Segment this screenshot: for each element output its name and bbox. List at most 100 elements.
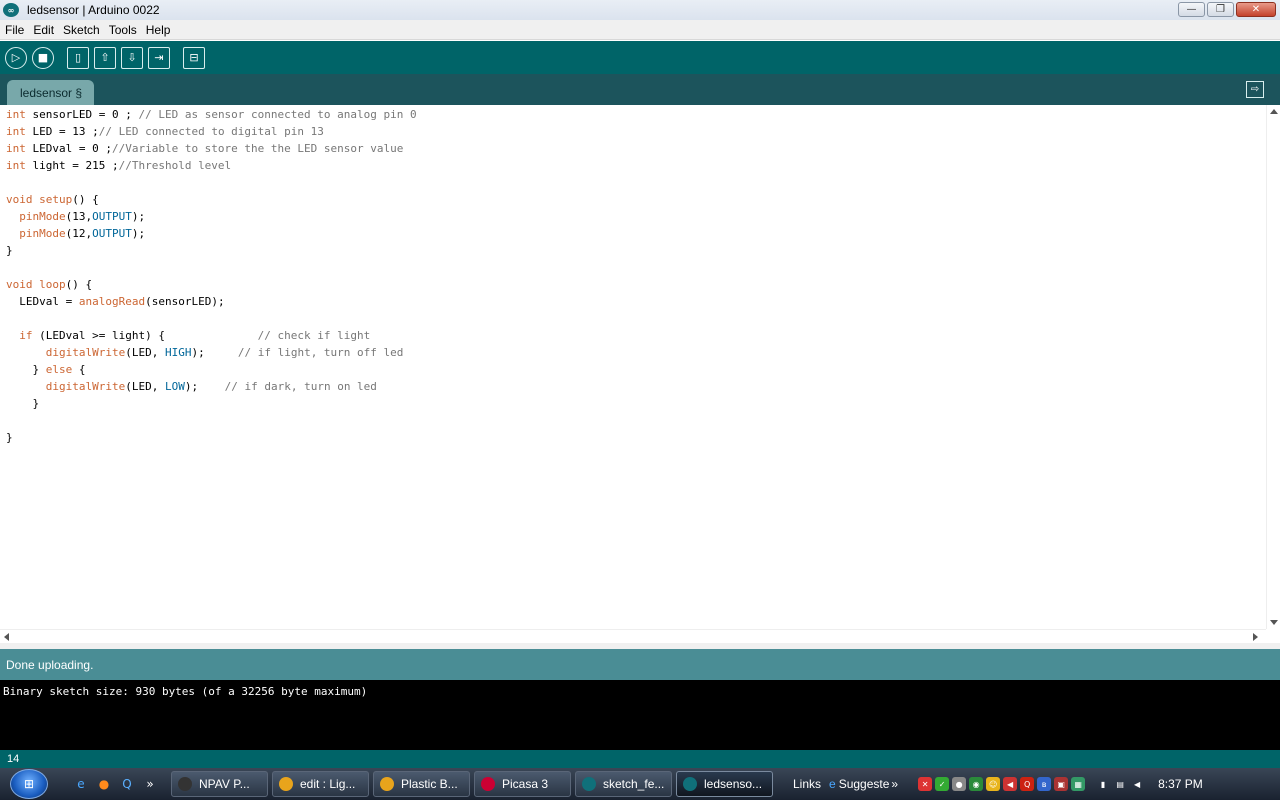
verify-button[interactable]: ▷ bbox=[5, 46, 27, 69]
code-line[interactable]: LEDval = analogRead(sensorLED); bbox=[0, 293, 1266, 310]
code-token: setup bbox=[39, 193, 73, 206]
app-tray-icon[interactable]: ▣ bbox=[1054, 777, 1069, 791]
scroll-right-icon[interactable] bbox=[1253, 633, 1258, 641]
start-button[interactable]: ⊞ bbox=[10, 769, 48, 799]
scroll-down-icon[interactable] bbox=[1270, 620, 1278, 625]
menu-edit[interactable]: Edit bbox=[29, 23, 58, 37]
taskbar-item[interactable]: Plastic B... bbox=[373, 771, 470, 797]
menu-tools[interactable]: Tools bbox=[105, 23, 141, 37]
code-line[interactable] bbox=[0, 259, 1266, 276]
taskbar-item[interactable]: NPAV P... bbox=[171, 771, 268, 797]
links-toolbar[interactable]: Links bbox=[793, 777, 821, 791]
code-line[interactable]: int sensorLED = 0 ; // LED as sensor con… bbox=[0, 106, 1266, 123]
code-line[interactable]: int LED = 13 ;// LED connected to digita… bbox=[0, 123, 1266, 140]
close-button[interactable]: ✕ bbox=[1236, 2, 1276, 17]
taskbar-item[interactable]: Picasa 3 bbox=[474, 771, 571, 797]
code-token: // if light, turn off led bbox=[237, 346, 404, 359]
open-button[interactable]: ⇧ bbox=[94, 46, 116, 69]
clock[interactable]: 8:37 PM bbox=[1158, 777, 1203, 791]
antivirus-icon[interactable]: ✕ bbox=[918, 777, 933, 791]
code-token: loop bbox=[39, 278, 66, 291]
minimize-button[interactable]: — bbox=[1178, 2, 1205, 17]
network-status-icon[interactable]: ▤ bbox=[1113, 777, 1127, 791]
code-token: (13, bbox=[65, 210, 93, 223]
code-line[interactable] bbox=[0, 310, 1266, 327]
code-token: HIGH bbox=[164, 346, 192, 359]
save-button[interactable]: ⇩ bbox=[121, 46, 143, 69]
code-token: void bbox=[6, 278, 33, 291]
code-token: (LED, bbox=[125, 346, 165, 359]
arduino-logo-icon: ∞ bbox=[3, 3, 19, 17]
suggested-sites[interactable]: e Suggeste bbox=[829, 777, 889, 791]
code-line[interactable]: } else { bbox=[0, 361, 1266, 378]
code-token: LOW bbox=[164, 380, 185, 393]
line-number: 14 bbox=[7, 753, 20, 765]
bluetooth-icon[interactable]: ʙ bbox=[1037, 777, 1052, 791]
tab-menu-button[interactable]: ⇨ bbox=[1246, 81, 1264, 98]
task-buttons: NPAV P... edit : Lig... Plastic B... Picasa… bbox=[167, 771, 773, 797]
usb-icon[interactable]: ▮ bbox=[1096, 777, 1110, 791]
check-icon[interactable]: ✓ bbox=[935, 777, 950, 791]
firefox-icon[interactable]: ● bbox=[95, 775, 113, 793]
code-line[interactable]: } bbox=[0, 429, 1266, 446]
windows-logo-icon: ⊞ bbox=[23, 777, 35, 791]
code-line[interactable]: pinMode(12,OUTPUT); bbox=[0, 225, 1266, 242]
code-token: ); bbox=[191, 346, 238, 359]
upload-icon: ⇥ bbox=[154, 51, 164, 64]
new-icon: ▯ bbox=[74, 51, 82, 64]
network-icon[interactable]: ◉ bbox=[969, 777, 984, 791]
code-line[interactable]: digitalWrite(LED, HIGH); // if light, tu… bbox=[0, 344, 1266, 361]
code-token: OUTPUT bbox=[92, 227, 132, 240]
grid-tray-icon[interactable]: ▦ bbox=[1071, 777, 1086, 791]
new-button[interactable]: ▯ bbox=[67, 46, 89, 69]
taskbar-item[interactable]: ledsenso... bbox=[676, 771, 773, 797]
code-token: LED = 13 ; bbox=[25, 125, 99, 138]
menu-file[interactable]: File bbox=[1, 23, 28, 37]
code-token: (sensorLED); bbox=[145, 295, 225, 308]
code-line[interactable]: void loop() { bbox=[0, 276, 1266, 293]
links-more-button[interactable]: » bbox=[891, 777, 898, 791]
code-token: // LED as sensor connected to analog pin… bbox=[138, 108, 417, 121]
menu-sketch[interactable]: Sketch bbox=[59, 23, 104, 37]
code-editor[interactable]: int sensorLED = 0 ; // LED as sensor con… bbox=[0, 105, 1266, 629]
code-line[interactable]: } bbox=[0, 242, 1266, 259]
code-line[interactable]: pinMode(13,OUTPUT); bbox=[0, 208, 1266, 225]
maximize-button[interactable]: ❐ bbox=[1207, 2, 1234, 17]
ie-icon[interactable]: e bbox=[72, 775, 90, 793]
search-tray-icon[interactable]: Q bbox=[1020, 777, 1035, 791]
taskbar-item-label: Picasa 3 bbox=[502, 777, 549, 791]
code-token: int bbox=[6, 142, 26, 155]
code-line[interactable]: } bbox=[0, 395, 1266, 412]
horizontal-scrollbar[interactable] bbox=[0, 629, 1266, 643]
tab-ledsensor[interactable]: ledsensor § bbox=[7, 80, 94, 105]
save-icon: ⇩ bbox=[127, 51, 137, 64]
taskbar-item[interactable]: sketch_fe... bbox=[575, 771, 672, 797]
volume-alert-icon[interactable]: ◀ bbox=[1003, 777, 1018, 791]
upload-button[interactable]: ⇥ bbox=[148, 46, 170, 69]
code-line[interactable]: int LEDval = 0 ;//Variable to store the … bbox=[0, 140, 1266, 157]
code-line[interactable]: void setup() { bbox=[0, 191, 1266, 208]
code-line[interactable]: digitalWrite(LED, LOW); // if dark, turn… bbox=[0, 378, 1266, 395]
serial-monitor-button[interactable]: ⊟ bbox=[183, 46, 205, 69]
stop-icon: ■ bbox=[37, 51, 49, 64]
code-line[interactable] bbox=[0, 412, 1266, 429]
code-token: // check if light bbox=[257, 329, 371, 342]
menu-help[interactable]: Help bbox=[142, 23, 175, 37]
stop-button[interactable]: ■ bbox=[32, 46, 54, 69]
chat-icon[interactable]: ● bbox=[952, 777, 967, 791]
scroll-left-icon[interactable] bbox=[4, 633, 9, 641]
search-icon bbox=[178, 777, 192, 791]
smiley-icon[interactable]: ☺ bbox=[986, 777, 1001, 791]
search-icon[interactable]: Q bbox=[118, 775, 136, 793]
chrome-icon bbox=[279, 777, 293, 791]
speaker-icon[interactable]: ◀ bbox=[1130, 777, 1144, 791]
code-line[interactable]: if (LEDval >= light) { // check if light bbox=[0, 327, 1266, 344]
code-token: digitalWrite bbox=[45, 380, 126, 393]
taskbar-item[interactable]: edit : Lig... bbox=[272, 771, 369, 797]
code-line[interactable] bbox=[0, 174, 1266, 191]
code-token: ); bbox=[131, 210, 146, 223]
vertical-scrollbar[interactable] bbox=[1266, 105, 1280, 629]
quick-launch-more-button[interactable]: » bbox=[141, 775, 159, 793]
scroll-up-icon[interactable] bbox=[1270, 109, 1278, 114]
code-line[interactable]: int light = 215 ;//Threshold level bbox=[0, 157, 1266, 174]
